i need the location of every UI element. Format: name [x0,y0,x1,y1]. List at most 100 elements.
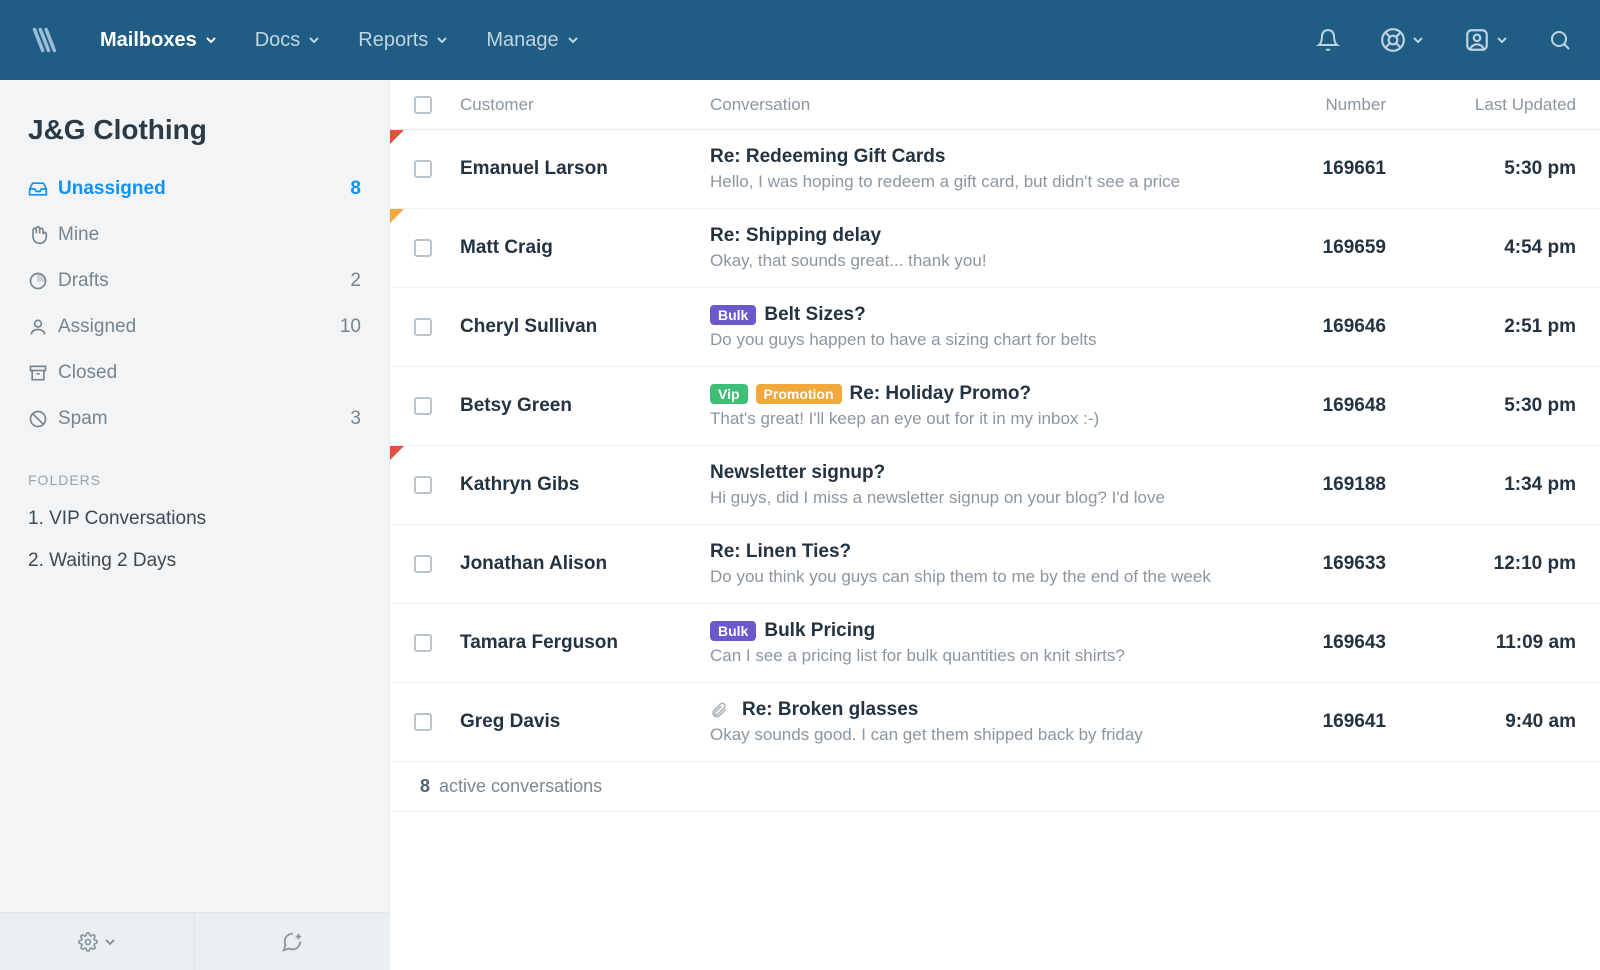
sidebar-item-unassigned[interactable]: Unassigned8 [12,166,377,212]
conversation-subject: Re: Shipping delay [710,225,881,247]
sidebar-item-label: Mine [58,224,361,246]
sidebar-item-drafts[interactable]: Drafts2 [12,258,377,304]
sidebar-item-count: 10 [340,316,361,338]
sidebar-item-spam[interactable]: Spam3 [12,396,377,442]
hand-icon [28,225,58,245]
row-checkbox[interactable] [414,476,432,494]
top-navbar: Mailboxes Docs Reports Manage [0,0,1600,80]
header-customer[interactable]: Customer [460,95,710,115]
status-footer: 8 active conversations [390,762,1600,812]
conversation-subject: Re: Holiday Promo? [850,383,1032,405]
customer-name: Tamara Ferguson [460,632,710,654]
search-icon[interactable] [1548,28,1572,52]
tag-vip: Vip [710,384,748,404]
select-all-checkbox[interactable] [414,96,432,114]
conversation-number: 169643 [1266,632,1416,654]
folder-item[interactable]: 1. VIP Conversations [0,498,389,540]
attachment-icon [710,701,728,719]
sidebar-item-count: 3 [350,408,361,430]
conversation-number: 169648 [1266,395,1416,417]
conversation-updated: 5:30 pm [1416,158,1576,180]
conversation-row[interactable]: Jonathan Alison Re: Linen Ties? Do you t… [390,525,1600,604]
draft-icon [28,271,58,291]
customer-name: Betsy Green [460,395,710,417]
sidebar-item-count: 8 [350,178,361,200]
conversation-preview: Do you think you guys can ship them to m… [710,567,1266,587]
customer-name: Cheryl Sullivan [460,316,710,338]
conversation-number: 169661 [1266,158,1416,180]
customer-name: Kathryn Gibs [460,474,710,496]
conversation-subject: Re: Linen Ties? [710,541,851,563]
conversation-row[interactable]: Greg Davis Re: Broken glasses Okay sound… [390,683,1600,762]
conversation-list: Customer Conversation Number Last Update… [390,80,1600,970]
row-checkbox[interactable] [414,634,432,652]
block-icon [28,409,58,429]
conversation-updated: 1:34 pm [1416,474,1576,496]
conversation-preview: Hi guys, did I miss a newsletter signup … [710,488,1266,508]
folder-item[interactable]: 2. Waiting 2 Days [0,540,389,582]
tag-bulk: Bulk [710,305,756,325]
conversation-subject: Newsletter signup? [710,462,885,484]
help-icon[interactable] [1380,27,1424,53]
nav-reports[interactable]: Reports [358,29,448,52]
conversation-number: 169659 [1266,237,1416,259]
conversation-number: 169188 [1266,474,1416,496]
row-checkbox[interactable] [414,555,432,573]
conversation-updated: 12:10 pm [1416,553,1576,575]
sidebar-footer [0,912,389,970]
nav-mailboxes[interactable]: Mailboxes [100,29,217,52]
conversation-updated: 5:30 pm [1416,395,1576,417]
priority-flag [390,446,404,460]
conversation-updated: 2:51 pm [1416,316,1576,338]
nav-docs[interactable]: Docs [255,29,321,52]
sidebar-item-assigned[interactable]: Assigned10 [12,304,377,350]
conversation-updated: 4:54 pm [1416,237,1576,259]
sidebar-item-closed[interactable]: Closed [12,350,377,396]
header-number[interactable]: Number [1266,95,1416,115]
person-icon [28,317,58,337]
sidebar-item-mine[interactable]: Mine [12,212,377,258]
tag-bulk: Bulk [710,621,756,641]
sidebar: J&G Clothing Unassigned8MineDrafts2Assig… [0,80,390,970]
new-conversation-button[interactable] [195,913,389,970]
nav-manage[interactable]: Manage [486,29,578,52]
conversation-number: 169646 [1266,316,1416,338]
conversation-subject: Re: Broken glasses [742,699,918,721]
customer-name: Emanuel Larson [460,158,710,180]
sidebar-item-label: Assigned [58,316,340,338]
customer-name: Greg Davis [460,711,710,733]
row-checkbox[interactable] [414,160,432,178]
priority-flag [390,130,404,144]
conversation-row[interactable]: Kathryn Gibs Newsletter signup? Hi guys,… [390,446,1600,525]
conversation-row[interactable]: Tamara Ferguson BulkBulk Pricing Can I s… [390,604,1600,683]
conversation-preview: Do you guys happen to have a sizing char… [710,330,1266,350]
conversation-preview: That's great! I'll keep an eye out for i… [710,409,1266,429]
inbox-icon [28,179,58,199]
conversation-subject: Re: Redeeming Gift Cards [710,146,945,168]
sidebar-item-label: Unassigned [58,178,350,200]
row-checkbox[interactable] [414,318,432,336]
row-checkbox[interactable] [414,713,432,731]
row-checkbox[interactable] [414,397,432,415]
sidebar-item-label: Spam [58,408,350,430]
row-checkbox[interactable] [414,239,432,257]
header-updated[interactable]: Last Updated [1416,95,1576,115]
settings-button[interactable] [0,913,195,970]
notifications-icon[interactable] [1316,28,1340,52]
conversation-subject: Bulk Pricing [764,620,875,642]
archive-icon [28,363,58,383]
sidebar-item-label: Drafts [58,270,350,292]
account-icon[interactable] [1464,27,1508,53]
conversation-preview: Hello, I was hoping to redeem a gift car… [710,172,1266,192]
customer-name: Jonathan Alison [460,553,710,575]
conversation-row[interactable]: Matt Craig Re: Shipping delay Okay, that… [390,209,1600,288]
header-conversation[interactable]: Conversation [710,95,1266,115]
priority-flag [390,209,404,223]
conversation-row[interactable]: Cheryl Sullivan BulkBelt Sizes? Do you g… [390,288,1600,367]
conversation-preview: Okay, that sounds great... thank you! [710,251,1266,271]
tag-promotion: Promotion [756,384,842,404]
conversation-row[interactable]: Betsy Green Vip Promotion Re: Holiday Prom… [390,367,1600,446]
conversation-row[interactable]: Emanuel Larson Re: Redeeming Gift Cards … [390,130,1600,209]
customer-name: Matt Craig [460,237,710,259]
app-logo[interactable] [28,23,62,57]
